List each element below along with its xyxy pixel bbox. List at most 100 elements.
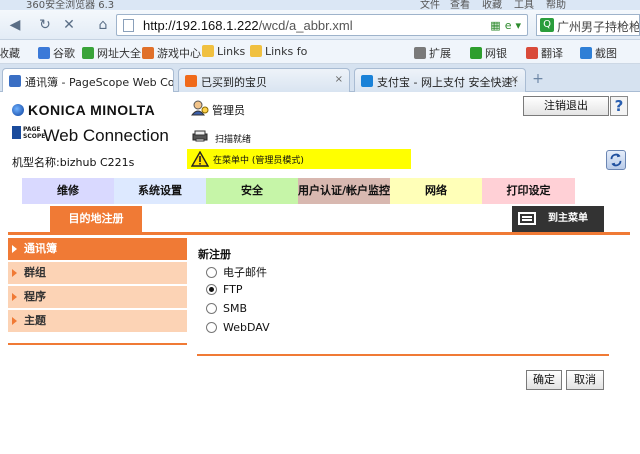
book-icon bbox=[12, 126, 21, 139]
address-toolbar: ◀ ↻ ✕ ⌂ http://192.168.1.222/wcd/a_abbr.… bbox=[0, 10, 640, 40]
address-input[interactable]: http://192.168.1.222/wcd/a_abbr.xml ▦ e ▾ bbox=[116, 14, 528, 36]
side-nav-group[interactable]: 群组 bbox=[8, 262, 187, 284]
radio-option-ftp[interactable]: FTP bbox=[206, 283, 243, 299]
admin-label: 管理员 bbox=[212, 104, 245, 117]
printer-icon bbox=[192, 130, 208, 142]
fav-item-game-center[interactable]: 游戏中心 bbox=[142, 45, 201, 61]
stop-icon[interactable]: ✕ bbox=[60, 16, 78, 34]
side-nav-address-book[interactable]: 通讯簿 bbox=[8, 238, 187, 260]
menu-view[interactable]: 查看 bbox=[450, 0, 470, 10]
form-title: 新注册 bbox=[198, 248, 231, 261]
web-connection-logo: PAGE SCOPE Web Connection bbox=[12, 126, 169, 146]
tab-purchased[interactable]: 已买到的宝贝 × bbox=[178, 68, 350, 92]
back-icon[interactable]: ◀ bbox=[6, 16, 24, 34]
menu-tools[interactable]: 工具 bbox=[514, 0, 534, 10]
radio-option-smb[interactable]: SMB bbox=[206, 302, 247, 318]
fav-item-collections[interactable]: 收藏 bbox=[0, 45, 20, 61]
browser-title: 360安全浏览器 6.3 bbox=[26, 0, 115, 10]
ext-translate[interactable]: 翻译 bbox=[526, 45, 563, 61]
fav-item-links[interactable]: Links bbox=[202, 45, 245, 58]
tab-address-book[interactable]: 通讯簿 - PageScope Web Co bbox=[2, 68, 174, 93]
to-main-menu-label: 到主菜单 bbox=[548, 213, 588, 224]
favorites-bar: 收藏 谷歌 网址大全 游戏中心 Links Links fo 扩展 网银 翻译 … bbox=[0, 40, 640, 64]
radio-option-webdav[interactable]: WebDAV bbox=[206, 321, 270, 337]
logout-button[interactable]: 注销退出 bbox=[523, 96, 609, 116]
divider bbox=[197, 354, 609, 356]
new-tab-button[interactable]: + bbox=[530, 72, 546, 88]
main-tabs: 维修 系统设置 安全 用户认证/帐户监控 网络 打印设定 bbox=[22, 178, 575, 204]
side-nav-subject[interactable]: 主题 bbox=[8, 310, 187, 332]
product-name: Web Connection bbox=[43, 126, 169, 145]
globe-icon bbox=[12, 104, 24, 116]
divider bbox=[8, 343, 187, 345]
gamepad-icon bbox=[142, 47, 154, 59]
side-nav-program[interactable]: 程序 bbox=[8, 286, 187, 308]
search-input[interactable]: Q 广州男子持枪枪 bbox=[536, 14, 640, 36]
grid-icon bbox=[414, 47, 426, 59]
refresh-icon[interactable]: ↻ bbox=[36, 16, 54, 34]
address-bar-icons: ▦ e ▾ bbox=[486, 19, 521, 32]
tab-network[interactable]: 网络 bbox=[390, 178, 482, 204]
close-icon[interactable]: × bbox=[511, 74, 519, 85]
scissors-icon bbox=[580, 47, 592, 59]
arrow-right-icon bbox=[12, 317, 17, 325]
menu-help[interactable]: 帮助 bbox=[546, 0, 566, 10]
ok-button[interactable]: 确定 bbox=[526, 370, 562, 390]
tab-maintenance[interactable]: 维修 bbox=[22, 178, 114, 204]
page-icon bbox=[123, 19, 134, 32]
menu-file[interactable]: 文件 bbox=[420, 0, 440, 10]
menu-favorites[interactable]: 收藏 bbox=[482, 0, 502, 10]
compat-mode-icon[interactable]: e bbox=[505, 19, 512, 32]
dropdown-icon[interactable]: ▾ bbox=[515, 19, 521, 32]
arrow-right-icon bbox=[12, 245, 17, 253]
home-icon[interactable]: ⌂ bbox=[94, 16, 112, 34]
mode-text: 在菜单中 (管理员模式) bbox=[213, 156, 304, 166]
warning-icon bbox=[191, 151, 209, 167]
arrow-right-icon bbox=[12, 293, 17, 301]
radio-option-email[interactable]: 电子邮件 bbox=[206, 264, 267, 280]
radio-button[interactable] bbox=[206, 322, 217, 333]
to-main-menu-button[interactable]: 到主菜单 bbox=[512, 206, 604, 232]
menu-icon bbox=[518, 212, 536, 225]
fav-item-links-fo[interactable]: Links fo bbox=[250, 45, 307, 58]
taobao-icon bbox=[185, 75, 197, 87]
tab-user-auth-account-track[interactable]: 用户认证/帐户监控 bbox=[298, 178, 390, 204]
fav-item-url-directory[interactable]: 网址大全 bbox=[82, 45, 141, 61]
alipay-icon bbox=[361, 75, 373, 87]
cancel-button[interactable]: 取消 bbox=[566, 370, 604, 390]
ext-extensions[interactable]: 扩展 bbox=[414, 45, 451, 61]
divider bbox=[8, 232, 630, 235]
page-content: KONICA MINOLTA PAGE SCOPE Web Connection … bbox=[0, 92, 640, 454]
radio-button[interactable] bbox=[206, 267, 217, 278]
side-nav: 通讯簿 群组 程序 主题 bbox=[8, 238, 187, 334]
model-name: 机型名称:bizhub C221s bbox=[12, 156, 135, 169]
tab-label: 支付宝 - 网上支付 安全快速！ bbox=[377, 76, 524, 89]
tab-alipay[interactable]: 支付宝 - 网上支付 安全快速！ × bbox=[354, 68, 526, 92]
tab-system-settings[interactable]: 系统设置 bbox=[114, 178, 206, 204]
ext-online-banking[interactable]: 网银 bbox=[470, 45, 507, 61]
help-button[interactable]: ? bbox=[610, 96, 628, 116]
tab-destination-registration[interactable]: 目的地注册 bbox=[50, 206, 142, 232]
admin-user-icon bbox=[191, 100, 209, 116]
tab-print-settings[interactable]: 打印设定 bbox=[482, 178, 575, 204]
search-engine-icon[interactable]: Q bbox=[540, 18, 554, 32]
url-path: /wcd/a_abbr.xml bbox=[258, 18, 353, 33]
admin-mode-banner: 在菜单中 (管理员模式) bbox=[187, 149, 411, 169]
ext-screenshot[interactable]: 截图 bbox=[580, 45, 617, 61]
close-icon[interactable]: × bbox=[335, 74, 343, 85]
radio-button-checked[interactable] bbox=[206, 284, 217, 295]
translate-icon bbox=[526, 47, 538, 59]
folder-icon bbox=[250, 45, 262, 57]
qr-icon[interactable]: ▦ bbox=[490, 19, 500, 32]
refresh-button[interactable] bbox=[606, 150, 626, 170]
url-host: http://192.168.1.222 bbox=[143, 18, 259, 33]
search-text: 广州男子持枪枪 bbox=[557, 20, 640, 34]
browser-title-bar: 360安全浏览器 6.3 文件 查看 收藏 工具 帮助 bbox=[0, 0, 640, 10]
tab-label: 通讯簿 - PageScope Web Co bbox=[25, 76, 174, 89]
radio-button[interactable] bbox=[206, 303, 217, 314]
address-url: http://192.168.1.222/wcd/a_abbr.xml bbox=[143, 18, 353, 33]
page-icon bbox=[9, 75, 21, 87]
device-status: 扫描就绪 bbox=[215, 135, 252, 145]
tab-security[interactable]: 安全 bbox=[206, 178, 298, 204]
fav-item-google[interactable]: 谷歌 bbox=[38, 45, 75, 61]
